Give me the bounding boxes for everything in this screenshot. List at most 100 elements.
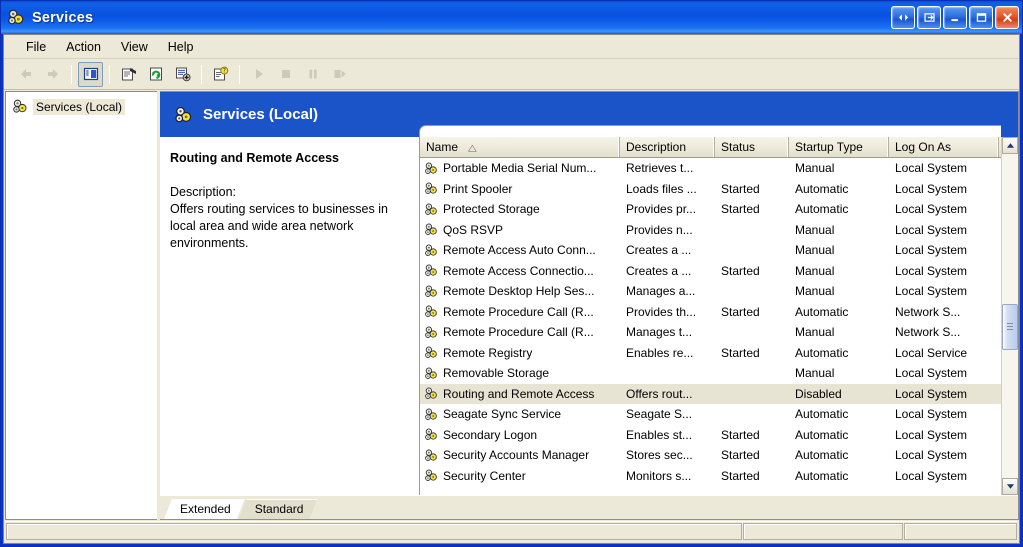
cell-status: Started <box>721 448 760 463</box>
minimize-button[interactable] <box>943 6 967 29</box>
description-text: Offers routing services to businesses in… <box>170 201 388 250</box>
table-row[interactable]: Seagate Sync Service Seagate S... Automati… <box>420 404 1001 425</box>
cell-startup-type: Automatic <box>795 304 849 319</box>
toolbar-separator-1 <box>71 64 72 84</box>
service-name-label: Remote Access Auto Conn... <box>443 243 596 258</box>
svg-text:?: ? <box>222 68 225 75</box>
cell-service-name: Security Center <box>420 468 620 483</box>
cell-description: Monitors s... <box>626 468 692 483</box>
service-name-label: Removable Storage <box>443 366 550 381</box>
toolbar-separator-4 <box>239 64 240 84</box>
tab-extended[interactable]: Extended <box>164 499 245 519</box>
table-row[interactable]: Portable Media Serial Num... Retrieves t.… <box>420 158 1001 179</box>
service-name-label: Remote Procedure Call (R... <box>443 325 594 340</box>
service-name-label: Remote Desktop Help Ses... <box>443 284 595 299</box>
properties-button[interactable] <box>116 62 141 87</box>
show-hide-tree-button[interactable] <box>78 61 103 87</box>
table-row[interactable]: Remote Desktop Help Ses... Manages a... Ma… <box>420 281 1001 302</box>
restore-child-button[interactable] <box>891 6 915 29</box>
cell-log-on-as: Local System <box>895 366 968 381</box>
table-row[interactable]: QoS RSVP Provides n... Manual Local System <box>420 220 1001 241</box>
table-row[interactable]: Protected Storage Provides pr... Started Au… <box>420 199 1001 220</box>
mdi-restore-button[interactable] <box>917 6 941 29</box>
table-row[interactable]: Secondary Logon Enables st... Started Autom… <box>420 425 1001 446</box>
title-bar[interactable]: Services <box>1 1 1022 34</box>
tab-standard[interactable]: Standard <box>239 499 318 519</box>
help-button[interactable]: ? <box>208 62 233 87</box>
cell-service-name: Removable Storage <box>420 366 620 381</box>
table-row[interactable]: Security Accounts Manager Stores sec... St… <box>420 445 1001 466</box>
service-gear-icon <box>424 161 439 176</box>
column-header-description[interactable]: Description <box>620 137 715 157</box>
scroll-down-button[interactable] <box>1002 478 1018 495</box>
cell-startup-type: Automatic <box>795 202 849 217</box>
maximize-button[interactable] <box>969 6 993 29</box>
refresh-button[interactable] <box>143 62 168 87</box>
sort-ascending-icon: △ <box>468 142 477 153</box>
stop-service-button[interactable] <box>273 62 298 87</box>
cell-log-on-as: Local System <box>895 448 968 463</box>
column-header-log-on-as[interactable]: Log On As <box>889 137 999 157</box>
cell-service-name: Remote Access Connectio... <box>420 263 620 278</box>
cell-service-name: Routing and Remote Access <box>420 386 620 401</box>
table-row[interactable]: Remote Procedure Call (R... Manages t... M… <box>420 322 1001 343</box>
body: Services (Local) Services (Local) Routin… <box>4 90 1019 520</box>
table-row[interactable]: Remote Access Auto Conn... Creates a ... M… <box>420 240 1001 261</box>
cell-log-on-as: Local System <box>895 386 968 401</box>
services-gears-icon <box>7 8 26 27</box>
cell-startup-type: Automatic <box>795 448 849 463</box>
cell-service-name: Remote Desktop Help Ses... <box>420 284 620 299</box>
menu-help[interactable]: Help <box>158 37 204 57</box>
table-row[interactable]: Remote Registry Enables re... Started Autom… <box>420 343 1001 364</box>
cell-status: Started <box>721 181 760 196</box>
table-row[interactable]: Remote Procedure Call (R... Provides th..… <box>420 302 1001 323</box>
table-row[interactable]: Print Spooler Loads files ... Started Autom… <box>420 179 1001 200</box>
vertical-scrollbar[interactable] <box>1001 137 1018 495</box>
table-row[interactable]: Removable Storage Manual Local System <box>420 363 1001 384</box>
column-header-name-label: Name <box>426 140 459 154</box>
scrollbar-track[interactable] <box>1002 154 1018 478</box>
column-header-startup-type[interactable]: Startup Type <box>789 137 889 157</box>
scrollbar-thumb[interactable] <box>1002 304 1018 350</box>
sidebar-item-services-local[interactable]: Services (Local) <box>6 97 157 116</box>
table-row[interactable]: Security Center Monitors s... Started Autom… <box>420 466 1001 487</box>
menu-view[interactable]: View <box>111 37 158 57</box>
cell-status: Started <box>721 202 760 217</box>
status-pane-secondary <box>743 523 903 540</box>
cell-description: Retrieves t... <box>626 161 694 176</box>
pause-service-button[interactable] <box>300 62 325 87</box>
service-gear-icon <box>424 181 439 196</box>
list-column-headers: Name △ Description Status Startup Type L… <box>420 137 1001 158</box>
export-list-button[interactable] <box>170 62 195 87</box>
menu-action[interactable]: Action <box>56 37 111 57</box>
close-button[interactable] <box>995 6 1019 29</box>
window-title: Services <box>32 9 94 26</box>
cell-log-on-as: Local System <box>895 161 968 176</box>
start-service-button[interactable] <box>246 62 271 87</box>
column-header-status[interactable]: Status <box>715 137 789 157</box>
menu-file[interactable]: File <box>16 37 56 57</box>
cell-description: Stores sec... <box>626 448 693 463</box>
cell-description: Provides n... <box>626 222 693 237</box>
scroll-up-button[interactable] <box>1002 137 1018 154</box>
table-row[interactable]: Routing and Remote Access Offers rout... D… <box>420 383 1001 404</box>
scrollbar-grip-icon <box>1007 323 1013 332</box>
list-rows-container[interactable]: Portable Media Serial Num... Retrieves t.… <box>420 158 1001 495</box>
service-gear-icon <box>424 304 439 319</box>
cell-service-name: Portable Media Serial Num... <box>420 161 620 176</box>
table-row[interactable]: Remote Access Connectio... Creates a ... S… <box>420 261 1001 282</box>
column-header-name[interactable]: Name △ <box>420 137 620 157</box>
cell-startup-type: Manual <box>795 366 835 381</box>
cell-log-on-as: Local System <box>895 468 968 483</box>
cell-startup-type: Manual <box>795 222 835 237</box>
cell-startup-type: Automatic <box>795 407 849 422</box>
cell-log-on-as: Local Service <box>895 345 968 360</box>
results-pane: Services (Local) Routing and Remote Acce… <box>160 91 1019 520</box>
forward-button[interactable] <box>40 62 65 87</box>
service-gear-icon <box>424 222 439 237</box>
restart-service-button[interactable] <box>327 62 352 87</box>
cell-log-on-as: Local System <box>895 222 968 237</box>
back-button[interactable] <box>13 62 38 87</box>
service-name-label: Remote Access Connectio... <box>443 263 594 278</box>
cell-startup-type: Manual <box>795 263 835 278</box>
